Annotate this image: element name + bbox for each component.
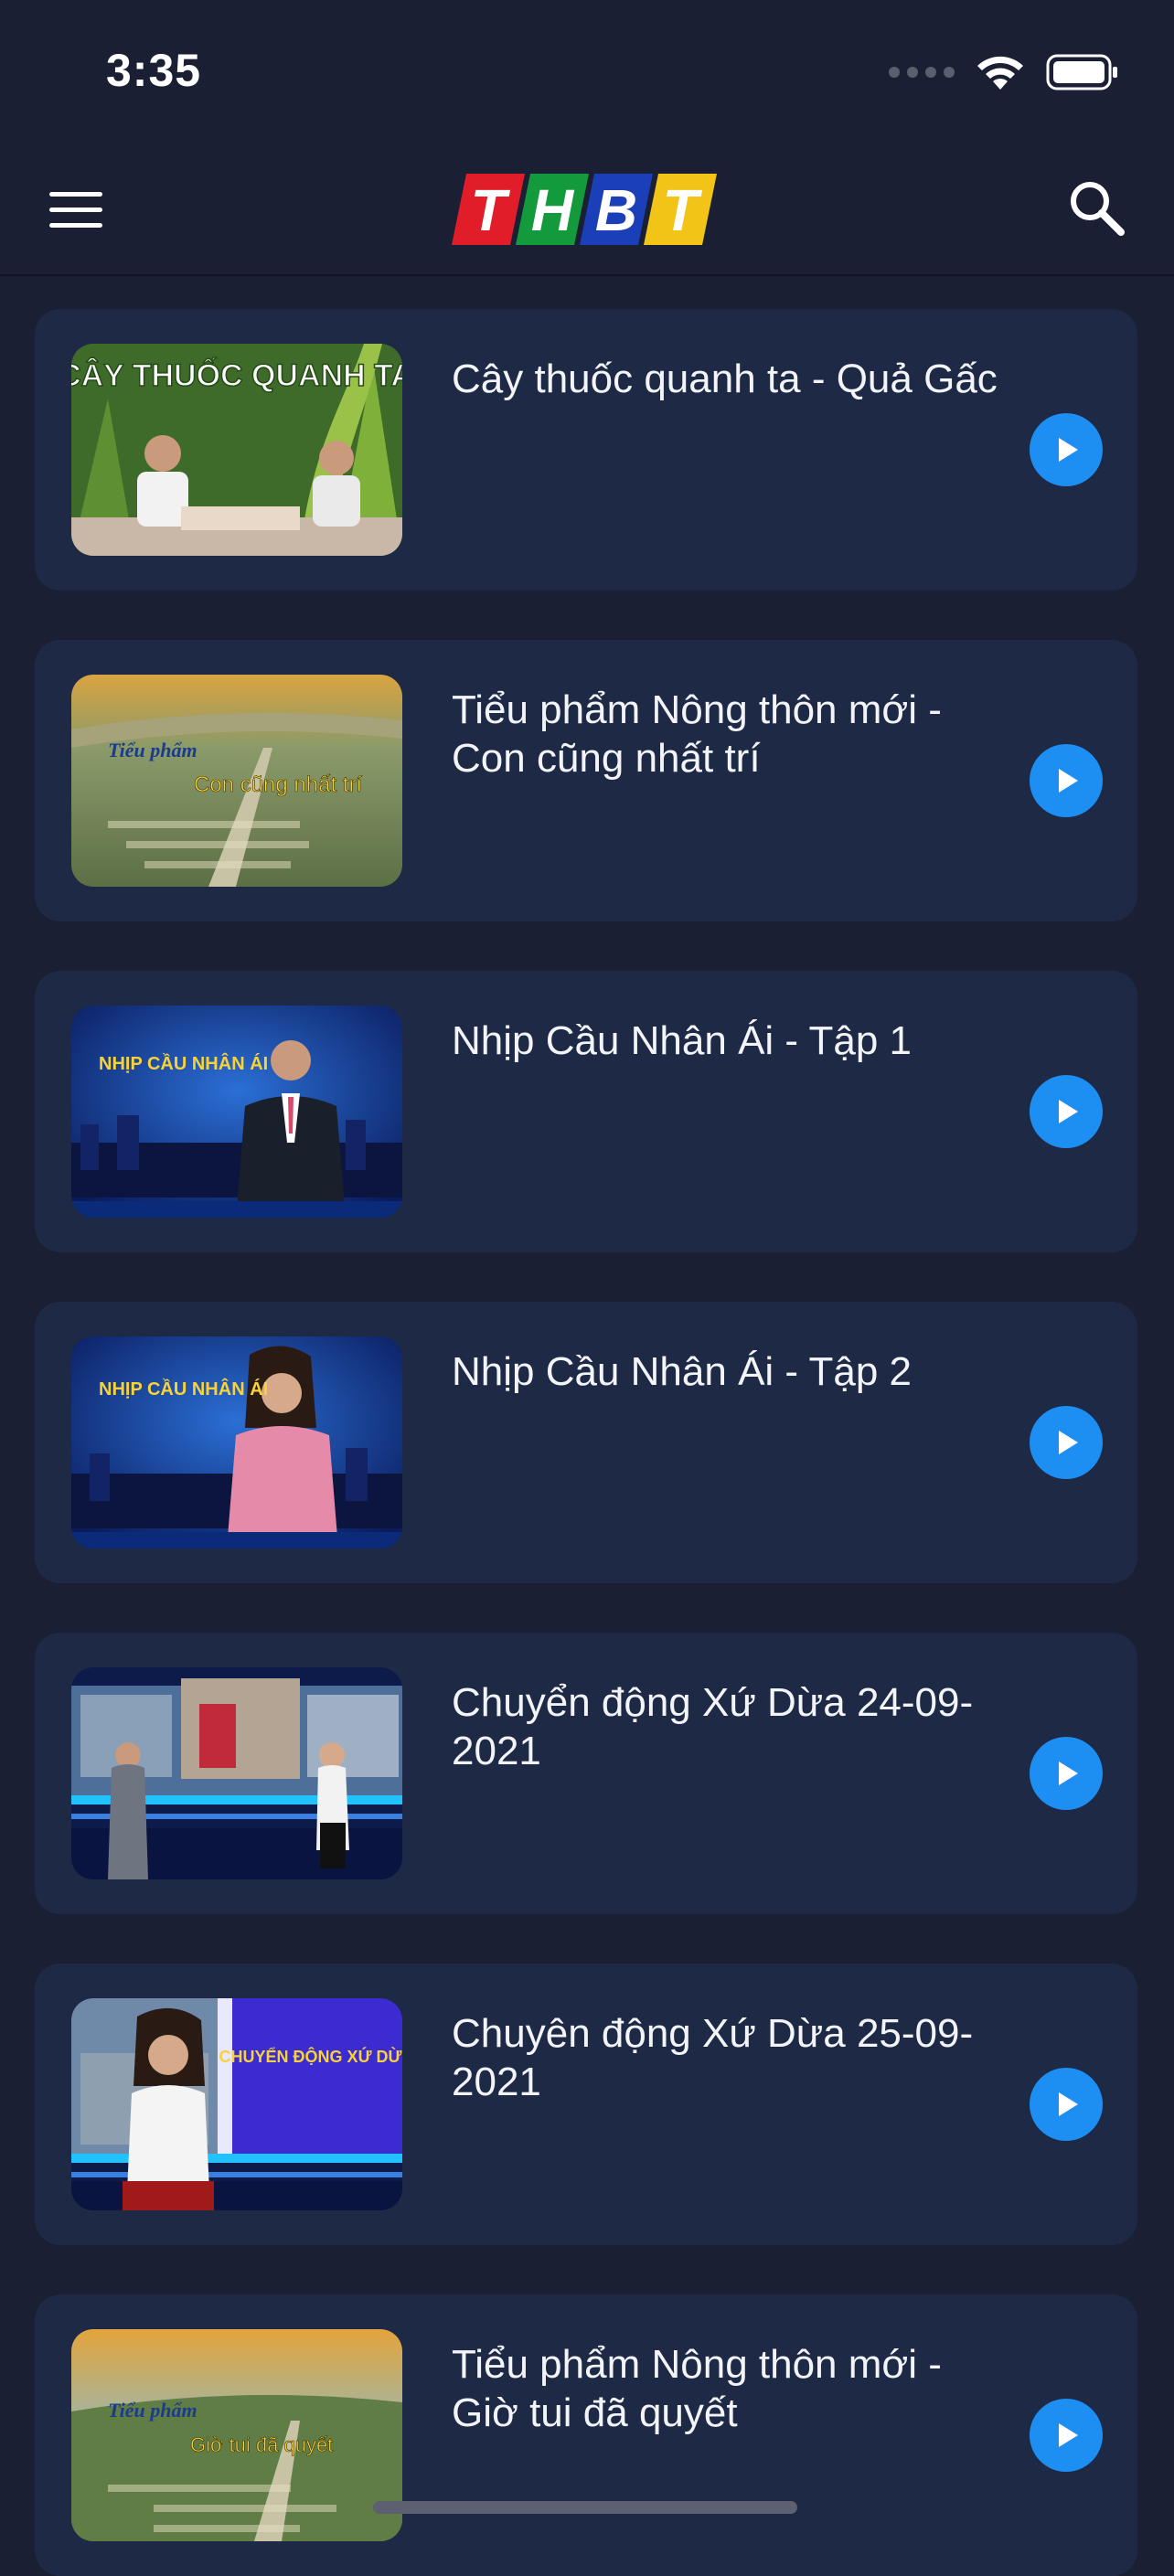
play-icon (1059, 1762, 1078, 1785)
wifi-icon (977, 56, 1023, 90)
battery-icon (1046, 54, 1117, 90)
thumbnail-title: NHỊP CẦU NHÂN ÁI (99, 1378, 268, 1400)
svg-text:H: H (531, 177, 575, 243)
video-card[interactable]: Tiểu phẩm Con cũng nhất trí Tiểu phẩm Nô… (35, 640, 1137, 921)
play-button[interactable] (1030, 413, 1103, 486)
video-title: Cây thuốc quanh ta - Quả Gấc (452, 357, 998, 401)
channel-logo: T H B T (450, 168, 724, 250)
video-title: Tiểu phẩm Nông thôn mới - Giờ tui đã quy… (452, 2342, 942, 2435)
play-button[interactable] (1030, 2399, 1103, 2472)
svg-text:B: B (595, 177, 637, 243)
status-icons (889, 53, 1119, 91)
cellular-signal-icon (889, 67, 955, 78)
video-card[interactable]: Tiểu phẩm Giờ tui đã quyết Tiểu phẩm Nôn… (35, 2294, 1137, 2576)
play-button[interactable] (1030, 1406, 1103, 1479)
svg-text:T: T (470, 177, 510, 243)
play-icon (1059, 1100, 1078, 1123)
thumbnail-title: NHỊP CẦU NHÂN ÁI (99, 1052, 268, 1074)
video-card[interactable]: CÂY THUỐC QUANH TA Cây thuốc quanh ta - … (35, 309, 1137, 591)
video-title: Chuyên động Xứ Dừa 25-09-2021 (452, 2011, 974, 2104)
search-icon[interactable] (1064, 176, 1130, 241)
play-button[interactable] (1030, 744, 1103, 817)
video-card[interactable]: CHUYỂN ĐỘNG XỨ DỪA Chuyên động Xứ Dừa 25… (35, 1964, 1137, 2245)
hamburger-menu-icon[interactable] (48, 186, 106, 234)
home-indicator (373, 2501, 797, 2514)
video-thumbnail: CÂY THUỐC QUANH TA (71, 344, 402, 556)
play-icon (1059, 438, 1078, 462)
status-time: 3:35 (106, 45, 202, 96)
status-bar: 3:35 (0, 0, 1174, 146)
play-button[interactable] (1030, 2068, 1103, 2141)
video-thumbnail: CHUYỂN ĐỘNG XỨ DỪA (71, 1998, 402, 2210)
thumbnail-title: CHUYỂN ĐỘNG XỨ DỪA (219, 2047, 402, 2066)
video-card[interactable]: NHỊP CẦU NHÂN ÁI Nhịp Cầu Nhân Ái - Tập … (35, 1302, 1137, 1583)
play-icon (1059, 769, 1078, 793)
video-title: Chuyển động Xứ Dừa 24-09-2021 (452, 1680, 974, 1773)
thumbnail-title: Giờ tui đã quyết (190, 2433, 333, 2456)
video-title: Nhịp Cầu Nhân Ái - Tập 1 (452, 1018, 913, 1063)
play-icon (1059, 1431, 1078, 1454)
video-card[interactable]: Chuyển động Xứ Dừa 24-09-2021 (35, 1633, 1137, 1914)
svg-text:T: T (662, 177, 702, 243)
video-thumbnail: NHỊP CẦU NHÂN ÁI (71, 1336, 402, 1549)
video-thumbnail: Tiểu phẩm Con cũng nhất trí (71, 675, 402, 887)
video-title: Nhịp Cầu Nhân Ái - Tập 2 (452, 1349, 913, 1394)
svg-text:Tiểu phẩm: Tiểu phẩm (108, 739, 197, 761)
play-icon (1059, 2092, 1078, 2116)
video-title: Tiểu phẩm Nông thôn mới - Con cũng nhất … (452, 687, 942, 781)
video-thumbnail (71, 1667, 402, 1879)
play-button[interactable] (1030, 1075, 1103, 1148)
thumbnail-title: CÂY THUỐC QUANH TA (71, 357, 402, 393)
nav-bar: T H B T (0, 146, 1174, 276)
video-thumbnail: NHỊP CẦU NHÂN ÁI (71, 1006, 402, 1218)
thumbnail-title: Con cũng nhất trí (194, 772, 362, 797)
video-card[interactable]: NHỊP CẦU NHÂN ÁI Nhịp Cầu Nhân Ái - Tập … (35, 971, 1137, 1252)
video-thumbnail: Tiểu phẩm Giờ tui đã quyết (71, 2329, 402, 2541)
svg-text:Tiểu phẩm: Tiểu phẩm (108, 2399, 197, 2422)
play-button[interactable] (1030, 1737, 1103, 1810)
play-icon (1059, 2423, 1078, 2447)
